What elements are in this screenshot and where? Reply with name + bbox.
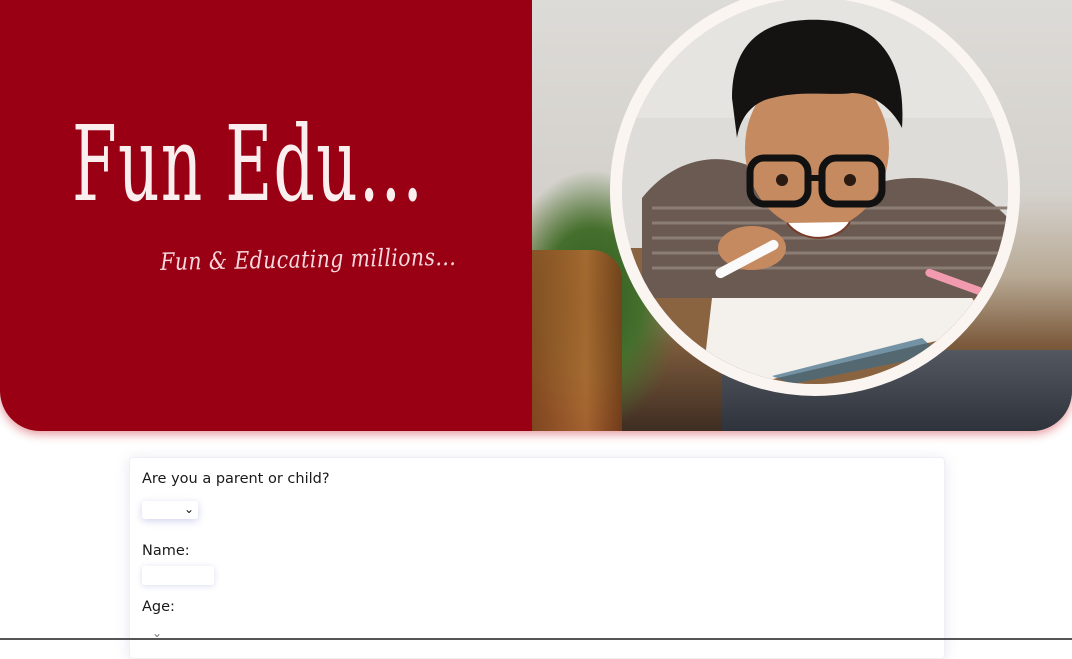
brand-panel: Fun Edu... Fun & Educating millions...	[0, 0, 532, 431]
brand-title: Fun Edu...	[72, 103, 425, 225]
name-label: Name:	[142, 543, 190, 559]
chevron-down-icon: ⌄	[183, 502, 194, 516]
role-select[interactable]: ⌄	[142, 501, 198, 519]
role-label: Are you a parent or child?	[142, 471, 330, 487]
hero-photo	[610, 0, 1020, 396]
plant-pot	[532, 250, 622, 431]
name-input[interactable]	[142, 566, 214, 585]
brand-tagline: Fun & Educating millions...	[160, 242, 457, 276]
signup-form: Are you a parent or child? ⌄ Name: Age: …	[129, 457, 945, 659]
age-label: Age:	[142, 599, 175, 615]
